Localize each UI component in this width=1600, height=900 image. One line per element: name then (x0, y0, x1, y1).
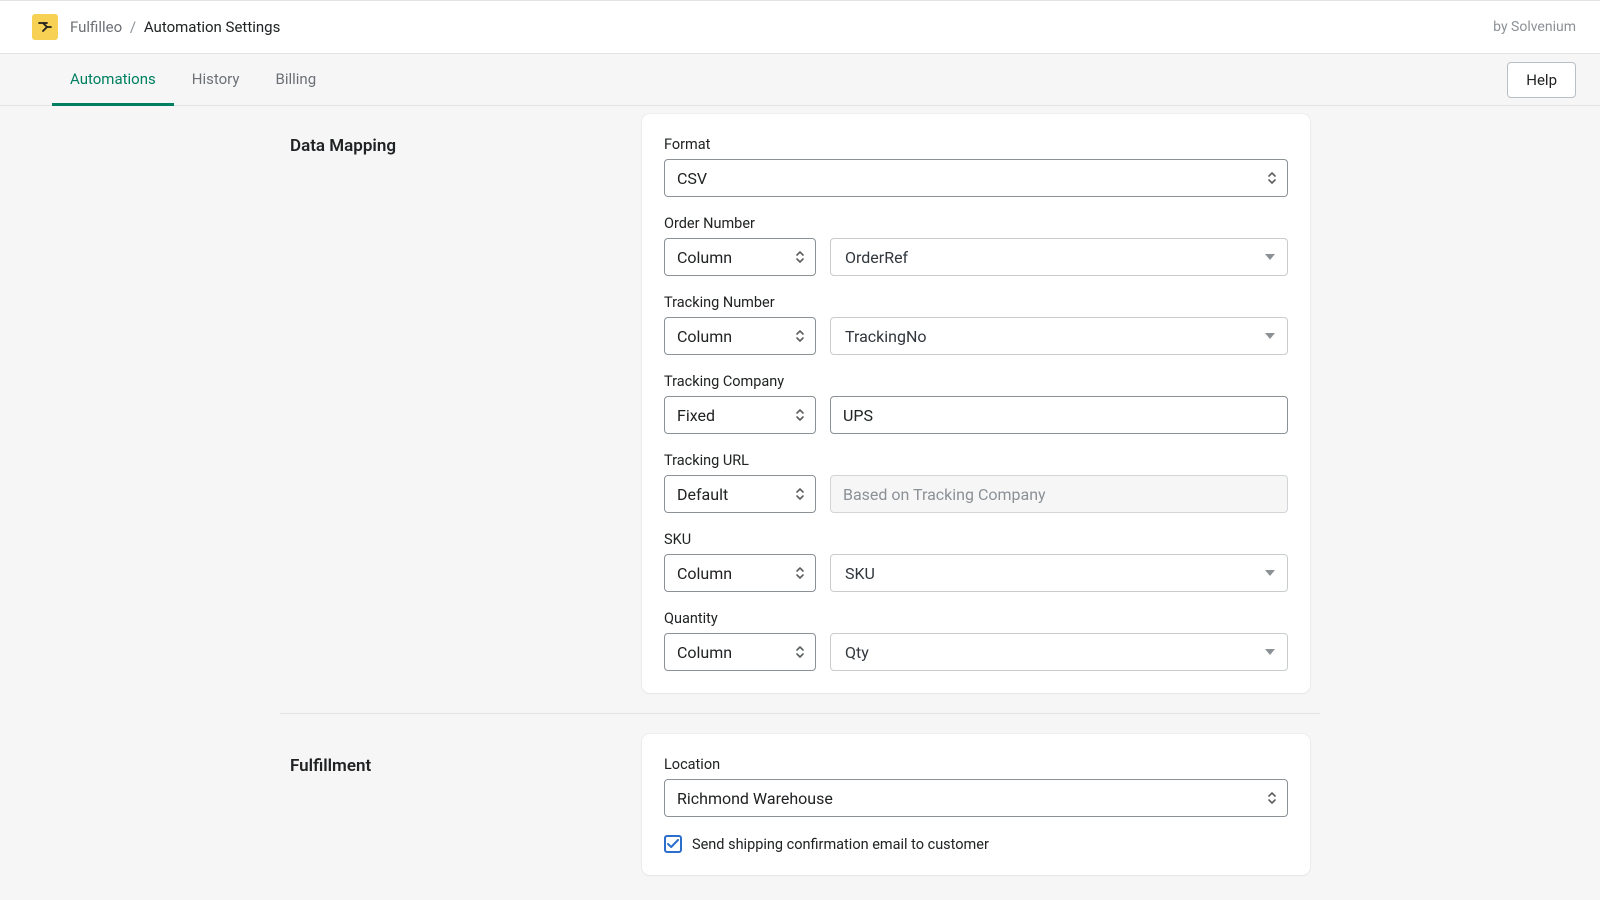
label-location: Location (664, 756, 1288, 773)
label-order-number: Order Number (664, 215, 1288, 232)
section-divider (280, 713, 1320, 714)
breadcrumb-separator: / (130, 18, 136, 36)
vendor-label: by Solvenium (1493, 19, 1576, 35)
select-quantity-mode[interactable]: Column (664, 633, 816, 671)
label-tracking-number: Tracking Number (664, 294, 1288, 311)
help-button[interactable]: Help (1507, 62, 1576, 98)
page-body: Data Mapping Format CSV Order Number Co (0, 106, 1600, 875)
section-title-fulfillment: Fulfillment (290, 734, 642, 875)
chevron-down-icon (1265, 570, 1275, 576)
updown-icon (1267, 791, 1277, 805)
section-title-data-mapping: Data Mapping (290, 114, 642, 693)
topbar: Fulfilleo / Automation Settings by Solve… (0, 0, 1600, 54)
breadcrumb: Fulfilleo / Automation Settings (70, 18, 280, 36)
chevron-down-icon (1265, 254, 1275, 260)
fulfillment-card: Location Richmond Warehouse Send shippin… (642, 734, 1310, 875)
checkbox-icon[interactable] (664, 835, 682, 853)
input-tracking-url-value: Based on Tracking Company (830, 475, 1288, 513)
select-sku-mode[interactable]: Column (664, 554, 816, 592)
field-order-number: Order Number Column OrderRef (664, 215, 1288, 276)
field-location: Location Richmond Warehouse (664, 756, 1288, 817)
combo-order-number-value[interactable]: OrderRef (830, 238, 1288, 276)
select-format[interactable]: CSV (664, 159, 1288, 197)
section-fulfillment: Fulfillment Location Richmond Warehouse … (290, 734, 1310, 875)
combo-tracking-number-value[interactable]: TrackingNo (830, 317, 1288, 355)
chevron-down-icon (1265, 649, 1275, 655)
combo-quantity-value[interactable]: Qty (830, 633, 1288, 671)
tabbar: Automations History Billing Help (0, 54, 1600, 106)
label-tracking-url: Tracking URL (664, 452, 1288, 469)
updown-icon (795, 645, 805, 659)
checkbox-notify-label: Send shipping confirmation email to cust… (692, 836, 989, 853)
label-sku: SKU (664, 531, 1288, 548)
combo-sku-value[interactable]: SKU (830, 554, 1288, 592)
field-tracking-company: Tracking Company Fixed UPS (664, 373, 1288, 434)
breadcrumb-page: Automation Settings (144, 18, 281, 36)
updown-icon (795, 566, 805, 580)
checkbox-notify-customer[interactable]: Send shipping confirmation email to cust… (664, 835, 1288, 853)
updown-icon (795, 487, 805, 501)
field-format: Format CSV (664, 136, 1288, 197)
updown-icon (795, 408, 805, 422)
field-sku: SKU Column SKU (664, 531, 1288, 592)
tab-history[interactable]: History (174, 55, 258, 106)
select-tracking-number-mode[interactable]: Column (664, 317, 816, 355)
field-tracking-number: Tracking Number Column TrackingNo (664, 294, 1288, 355)
field-tracking-url: Tracking URL Default Based on Tracking C… (664, 452, 1288, 513)
section-data-mapping: Data Mapping Format CSV Order Number Co (290, 114, 1310, 693)
app-logo-icon (32, 14, 58, 40)
updown-icon (1267, 171, 1277, 185)
chevron-down-icon (1265, 333, 1275, 339)
data-mapping-card: Format CSV Order Number Column (642, 114, 1310, 693)
input-tracking-company-value[interactable]: UPS (830, 396, 1288, 434)
select-order-number-mode[interactable]: Column (664, 238, 816, 276)
select-tracking-company-mode[interactable]: Fixed (664, 396, 816, 434)
select-format-value: CSV (677, 169, 707, 188)
updown-icon (795, 250, 805, 264)
updown-icon (795, 329, 805, 343)
tab-billing[interactable]: Billing (257, 55, 334, 106)
label-quantity: Quantity (664, 610, 1288, 627)
breadcrumb-app[interactable]: Fulfilleo (70, 18, 122, 36)
select-location[interactable]: Richmond Warehouse (664, 779, 1288, 817)
field-quantity: Quantity Column Qty (664, 610, 1288, 671)
tab-automations[interactable]: Automations (52, 55, 174, 106)
select-tracking-url-mode[interactable]: Default (664, 475, 816, 513)
label-format: Format (664, 136, 1288, 153)
label-tracking-company: Tracking Company (664, 373, 1288, 390)
